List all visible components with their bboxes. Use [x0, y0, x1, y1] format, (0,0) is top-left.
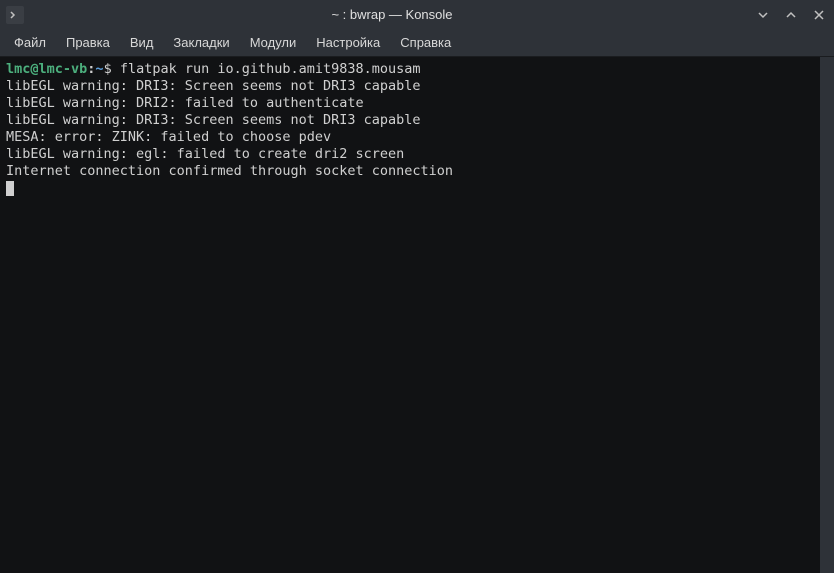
menu-view[interactable]: Вид — [120, 31, 164, 54]
titlebar: ~ : bwrap — Konsole — [0, 0, 834, 29]
terminal-content: lmc@lmc-vb:~$ flatpak run io.github.amit… — [6, 61, 828, 197]
menu-plugins[interactable]: Модули — [240, 31, 307, 54]
chevron-up-icon — [785, 9, 797, 21]
prompt-path: ~ — [95, 61, 103, 77]
window-title: ~ : bwrap — Konsole — [30, 7, 754, 22]
maximize-button[interactable] — [782, 6, 800, 24]
output-line: Internet connection confirmed through so… — [6, 163, 453, 179]
output-line: MESA: error: ZINK: failed to choose pdev — [6, 129, 331, 145]
command-text: flatpak run io.github.amit9838.mousam — [120, 61, 421, 77]
output-line: libEGL warning: DRI3: Screen seems not D… — [6, 112, 421, 128]
menu-settings[interactable]: Настройка — [306, 31, 390, 54]
menu-edit[interactable]: Правка — [56, 31, 120, 54]
app-icon — [6, 6, 24, 24]
menubar: Файл Правка Вид Закладки Модули Настройк… — [0, 29, 834, 57]
close-button[interactable] — [810, 6, 828, 24]
output-line: libEGL warning: DRI2: failed to authenti… — [6, 95, 364, 111]
menu-bookmarks[interactable]: Закладки — [163, 31, 239, 54]
menu-help[interactable]: Справка — [390, 31, 461, 54]
output-line: libEGL warning: DRI3: Screen seems not D… — [6, 78, 421, 94]
prompt-dollar: $ — [104, 61, 120, 77]
scrollbar[interactable] — [820, 57, 834, 573]
window-controls — [754, 6, 828, 24]
terminal-icon — [10, 10, 20, 20]
menu-file[interactable]: Файл — [4, 31, 56, 54]
chevron-down-icon — [757, 9, 769, 21]
output-line: libEGL warning: egl: failed to create dr… — [6, 146, 404, 162]
close-icon — [813, 9, 825, 21]
terminal[interactable]: lmc@lmc-vb:~$ flatpak run io.github.amit… — [0, 57, 834, 573]
prompt-user: lmc@lmc-vb — [6, 61, 87, 77]
minimize-button[interactable] — [754, 6, 772, 24]
terminal-cursor — [6, 181, 14, 196]
